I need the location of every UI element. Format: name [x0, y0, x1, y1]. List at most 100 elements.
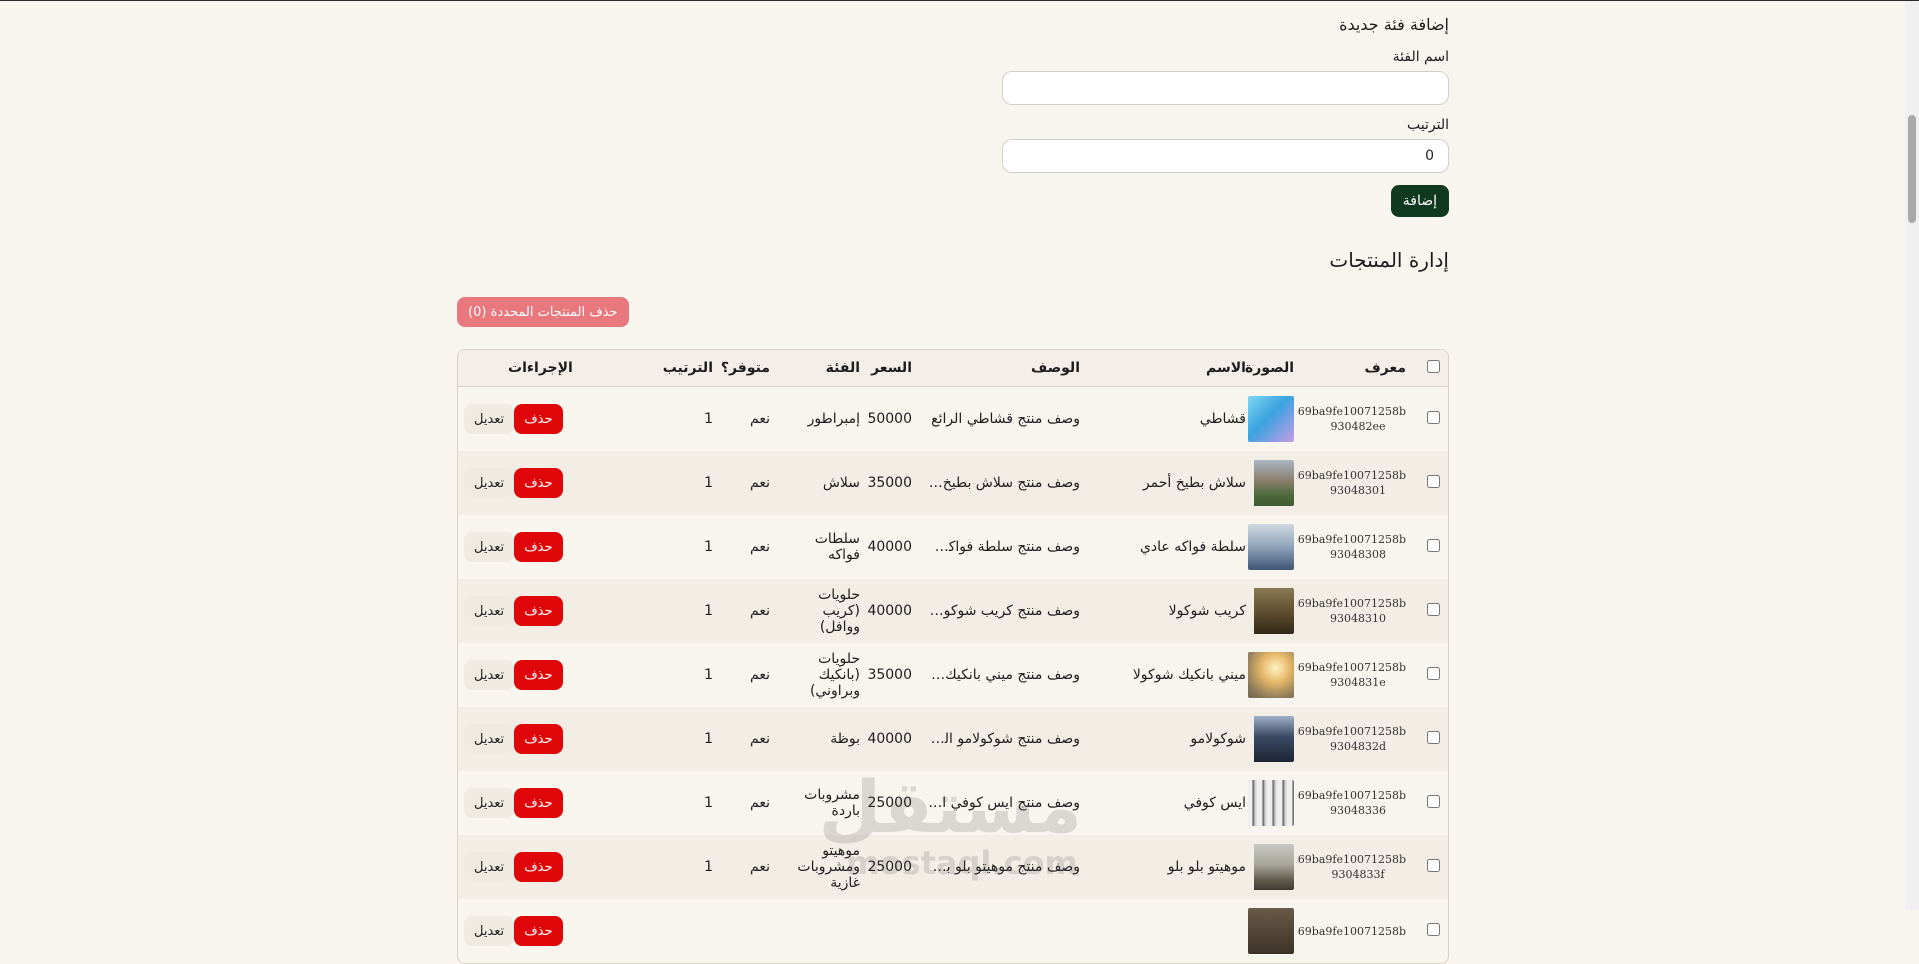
add-category-button[interactable]: إضافة [1390, 185, 1449, 217]
product-category: موهيتو ومشروبات غازية [778, 835, 868, 899]
product-order: 1 [673, 579, 721, 643]
edit-product-button[interactable]: تعديل [464, 468, 515, 498]
product-id-line: 93048308 [1330, 548, 1386, 561]
product-category: سلاش [778, 451, 868, 515]
edit-product-button[interactable]: تعديل [464, 404, 515, 434]
product-available: نعم [721, 835, 778, 899]
delete-product-button[interactable]: حذف [514, 852, 563, 882]
product-image-cell [1248, 451, 1302, 515]
page-scrollbar[interactable] [1905, 1, 1919, 910]
delete-product-button[interactable]: حذف [514, 532, 563, 562]
product-category: حلويات (كريب ووافل) [778, 579, 868, 643]
product-thumbnail [1248, 524, 1294, 570]
edit-product-button[interactable]: تعديل [464, 788, 515, 818]
column-header-name: الاسم [1088, 350, 1254, 387]
product-thumbnail [1248, 396, 1294, 442]
delete-product-button[interactable]: حذف [514, 916, 563, 946]
row-select-cell [1414, 771, 1448, 835]
product-name: شوكولامو [1088, 707, 1254, 771]
product-id-line: 93048336 [1330, 804, 1386, 817]
product-actions: حذفتعديل [458, 579, 673, 643]
edit-product-button[interactable]: تعديل [464, 852, 515, 882]
table-row: 69ba9fe10071258b 9304832d شوكولامو وصف منتج… [458, 707, 1448, 771]
product-thumbnail [1248, 716, 1294, 762]
row-select-checkbox[interactable] [1427, 410, 1440, 424]
delete-product-button[interactable]: حذف [514, 596, 563, 626]
product-id-line: 69ba9fe10071258b [1297, 469, 1406, 482]
delete-product-button[interactable]: حذف [514, 788, 563, 818]
row-select-checkbox[interactable] [1427, 730, 1440, 744]
product-available: نعم [750, 795, 770, 811]
product-actions: حذفتعديل [458, 835, 673, 899]
product-id-line: 69ba9fe10071258b [1297, 533, 1406, 546]
table-row: 69ba9fe10071258b 93048308 سلطة فواكه عادي و… [458, 515, 1448, 579]
product-id-line: 930482ee [1330, 420, 1386, 433]
product-name: سلطة فواكه عادي [1139, 539, 1246, 555]
select-all-checkbox[interactable] [1427, 359, 1440, 373]
edit-product-button[interactable]: تعديل [464, 532, 515, 562]
edit-product-button[interactable]: تعديل [464, 724, 515, 754]
product-id-line: 69ba9fe10071258b [1297, 597, 1406, 610]
product-order: 1 [704, 667, 713, 683]
product-available: نعم [721, 451, 778, 515]
product-description: وصف منتج شوكولامو الرائع [920, 707, 1088, 771]
bulk-actions: حذف المنتجات المحددة (0) [457, 297, 1449, 329]
product-thumbnail [1248, 652, 1294, 698]
row-select-cell [1414, 515, 1448, 579]
product-id-cell: 69ba9fe10071258b 93048336 [1297, 771, 1414, 835]
delete-product-button[interactable]: حذف [514, 660, 563, 690]
scrollbar-thumb[interactable] [1908, 115, 1916, 223]
products-table: معرف الصورة الاسم الوصف السعر الفئة متوف… [458, 350, 1448, 963]
product-description: وصف منتج موهيتو بلو بلو الر... [920, 835, 1088, 899]
product-order: 1 [704, 539, 713, 555]
delete-product-button[interactable]: حذف [514, 724, 563, 754]
row-select-checkbox[interactable] [1427, 602, 1440, 616]
delete-product-button[interactable]: حذف [514, 468, 563, 498]
table-row: 69ba9fe10071258b 93048310 كريب شوكولا وصف م… [458, 579, 1448, 643]
product-thumbnail [1248, 908, 1294, 954]
row-select-checkbox[interactable] [1427, 666, 1440, 680]
product-id-cell: 69ba9fe10071258b 9304832d [1297, 707, 1414, 771]
row-select-checkbox[interactable] [1427, 538, 1440, 552]
column-header-category: الفئة [778, 350, 868, 387]
table-row: 69ba9fe10071258b 930482ee قشاطي وصف منتج قش… [458, 387, 1448, 452]
row-select-cell [1414, 387, 1448, 452]
product-image-cell [1248, 643, 1302, 707]
delete-selected-products-button[interactable]: حذف المنتجات المحددة (0) [457, 297, 629, 327]
category-name-input[interactable] [1002, 71, 1449, 105]
product-order: 1 [704, 411, 713, 427]
product-name: سلاش بطيخ أحمر [1088, 451, 1254, 515]
product-id-cell: 69ba9fe10071258b 9304833f [1298, 835, 1414, 899]
product-thumbnail [1248, 460, 1294, 506]
row-select-checkbox[interactable] [1427, 858, 1440, 872]
product-id-line: 69ba9fe10071258b [1297, 725, 1406, 738]
products-management-title: إدارة المنتجات [1329, 248, 1449, 272]
product-actions: حذفتعديل [458, 707, 673, 771]
row-select-checkbox[interactable] [1427, 922, 1440, 936]
product-category: بوظة [778, 707, 868, 771]
add-category-title: إضافة فئة جديدة [1339, 15, 1449, 34]
table-row: 69ba9fe10071258b 9304833f موهيتو بلو بلو وص… [458, 835, 1448, 899]
product-actions: حذفتعديل [458, 451, 673, 515]
product-id-cell: 69ba9fe10071258b 9304831e [1298, 643, 1414, 707]
edit-product-button[interactable]: تعديل [464, 660, 515, 690]
table-row: 69ba9fe10071258b 93048336 ايس كوفي وصف منتج… [458, 771, 1448, 835]
row-select-checkbox[interactable] [1427, 474, 1440, 488]
product-category: حلويات (بانكيك وبراوني) [809, 651, 860, 699]
product-id-cell: 69ba9fe10071258b 93048308 [1297, 515, 1414, 579]
product-name: ايس كوفي [1183, 795, 1246, 811]
product-description: وصف منتج ايس كوفي الرائع [920, 795, 1080, 811]
column-header-image: الصورة [1245, 350, 1302, 387]
edit-product-button[interactable]: تعديل [464, 916, 515, 946]
column-header-id: معرف [1302, 350, 1414, 387]
delete-product-button[interactable]: حذف [514, 404, 563, 434]
edit-product-button[interactable]: تعديل [464, 596, 515, 626]
column-header-price: السعر [868, 350, 920, 387]
product-id-cell: 69ba9fe10071258b 93048310 [1297, 579, 1414, 643]
column-header-description: الوصف [920, 350, 1088, 387]
product-id-line: 69ba9fe10071258b [1297, 789, 1406, 802]
row-select-checkbox[interactable] [1427, 794, 1440, 808]
category-order-input[interactable] [1002, 139, 1449, 173]
product-image-cell [1248, 771, 1302, 835]
product-order: 1 [704, 795, 713, 811]
